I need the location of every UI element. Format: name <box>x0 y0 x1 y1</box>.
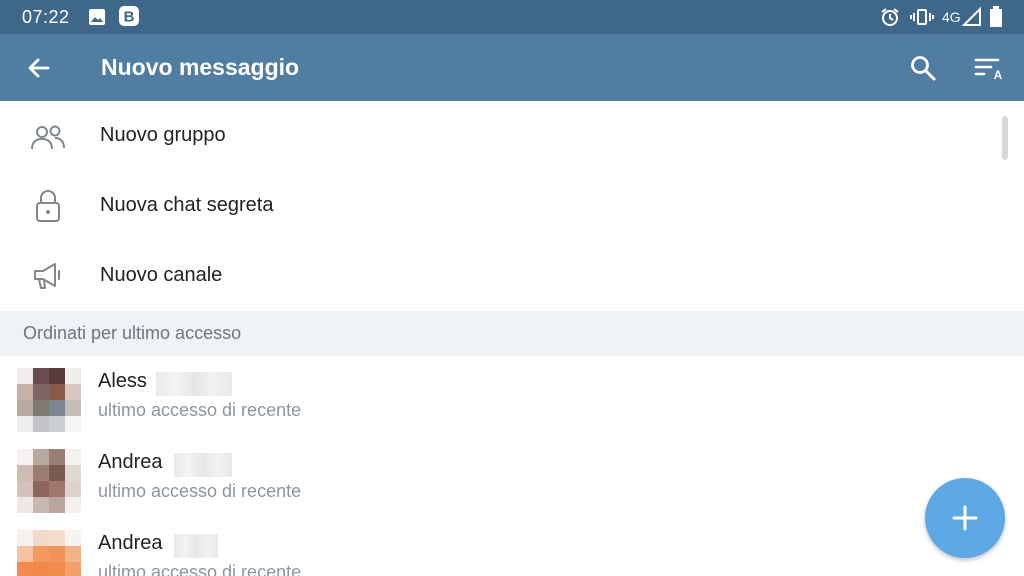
avatar <box>17 449 81 513</box>
plus-icon <box>952 505 978 531</box>
group-icon <box>30 123 66 156</box>
contact-status: ultimo accesso di recente <box>98 481 302 501</box>
svg-text:A: A <box>994 68 1003 81</box>
lock-icon <box>34 189 62 228</box>
contact-status: ultimo accesso di recente <box>98 562 302 576</box>
menu-item-secret-chat[interactable]: Nuova chat segreta <box>0 171 1024 241</box>
alarm-icon <box>880 7 900 32</box>
menu-item-new-group[interactable]: Nuovo gruppo <box>0 101 1024 171</box>
menu-item-label: Nuova chat segreta <box>100 194 274 216</box>
image-icon <box>88 8 106 31</box>
back-arrow-icon[interactable] <box>26 55 52 86</box>
menu-item-label: Nuovo canale <box>100 264 223 286</box>
scrollbar[interactable] <box>1002 116 1008 160</box>
contact-row[interactable]: Aless ultimo accesso di recente <box>0 360 1024 442</box>
signal-icon <box>961 6 982 32</box>
avatar <box>17 530 81 576</box>
status-bar: 07:22 B 4G <box>0 0 1024 34</box>
contact-name: Aless <box>98 370 147 392</box>
contact-row[interactable]: Andrea ultimo accesso di recente <box>0 522 1024 576</box>
status-time: 07:22 <box>22 7 70 27</box>
section-header: Ordinati per ultimo accesso <box>0 311 1024 356</box>
vibrate-icon <box>910 7 934 32</box>
avatar <box>17 368 81 432</box>
section-header-label: Ordinati per ultimo accesso <box>23 323 242 343</box>
megaphone-icon <box>32 261 64 296</box>
new-contact-fab[interactable] <box>925 478 1005 558</box>
menu-item-label: Nuovo gruppo <box>100 124 226 146</box>
app-bar: Nuovo messaggio A <box>0 34 1024 101</box>
page-title: Nuovo messaggio <box>101 54 300 80</box>
svg-text:B: B <box>124 9 135 26</box>
b-app-icon: B <box>118 5 140 32</box>
menu-item-new-channel[interactable]: Nuovo canale <box>0 241 1024 311</box>
battery-icon <box>989 6 1003 33</box>
search-icon[interactable] <box>909 54 937 87</box>
contact-name: Andrea <box>98 532 163 554</box>
sort-icon[interactable]: A <box>974 55 1006 86</box>
redacted-surname <box>174 534 218 558</box>
contact-row[interactable]: Andrea ultimo accesso di recente <box>0 441 1024 523</box>
contact-name: Andrea <box>98 451 163 473</box>
redacted-surname <box>156 372 232 396</box>
redacted-surname <box>174 453 232 477</box>
contact-status: ultimo accesso di recente <box>98 400 302 420</box>
network-type: 4G <box>942 9 961 25</box>
